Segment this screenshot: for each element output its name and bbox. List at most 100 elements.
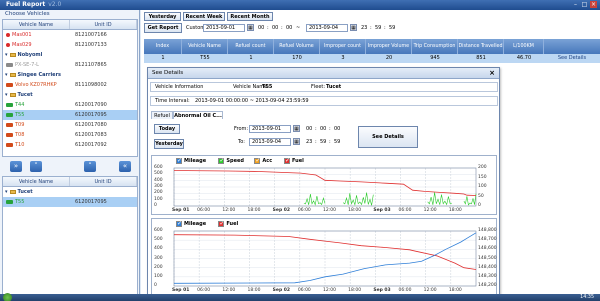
window-titlebar: Fuel Report v2.0 – □ × xyxy=(0,0,600,10)
vehicle-name: T10 xyxy=(15,142,25,148)
move-up-all-button[interactable]: « xyxy=(119,161,131,172)
col-improper-volume[interactable]: Improper Volume xyxy=(366,39,412,54)
column-vehicle-name-2[interactable]: Vehicle Name xyxy=(3,177,70,186)
to-hour[interactable]: 23 xyxy=(361,24,367,32)
col-refuel-volume[interactable]: Refuel Volume xyxy=(274,39,320,54)
x-tick-label: Sep 02 xyxy=(272,208,290,213)
list-item[interactable]: PX-SE-7-L 8121107865 xyxy=(3,60,137,70)
series-speed xyxy=(342,192,374,206)
tree-group[interactable]: ▾ Nobyoml xyxy=(3,50,137,60)
time-interval-row: Time Interval: 2013-09-01 00:00:00 ~ 201… xyxy=(150,96,498,106)
vehicle-name: Mas001 xyxy=(12,32,32,38)
col-vehicle-name[interactable]: Vehicle Name xyxy=(182,39,228,54)
calendar-icon[interactable]: ▦ xyxy=(293,138,300,145)
vehicle-info-row: Vehicle Information Vehicle Name: T55 Fl… xyxy=(150,82,498,92)
move-down-button[interactable]: ˅ xyxy=(30,161,42,172)
location-pin-icon xyxy=(6,43,10,47)
list-item[interactable]: T10 6120017092 xyxy=(3,140,137,150)
start-button[interactable] xyxy=(3,293,12,301)
window-title: Fuel Report v2.0 xyxy=(6,1,62,8)
yesterday-button[interactable]: Yesterday xyxy=(144,12,181,21)
fuel-mileage-chart[interactable]: MileageFuel6005004003002001000148,800148… xyxy=(151,218,497,295)
vehicle-name: Mas029 xyxy=(12,42,32,48)
move-down-all-button[interactable]: » xyxy=(10,161,22,172)
list-item[interactable]: T09 6120017080 xyxy=(3,120,137,130)
y2-tick-label: 50 xyxy=(478,193,484,199)
column-unit-id[interactable]: Unit ID xyxy=(70,20,137,29)
tree-group[interactable]: ▾ Tucet xyxy=(3,90,137,100)
popup-from-date[interactable]: 2013-09-01 xyxy=(249,125,291,133)
to-second[interactable]: 59 xyxy=(389,24,395,32)
y-tick-label: 300 xyxy=(154,255,163,261)
tab-refuel[interactable]: Refuel xyxy=(151,111,173,119)
see-details-link[interactable]: See Details xyxy=(544,54,600,63)
list-item[interactable]: Mas001 8121007166 xyxy=(3,30,137,40)
from-hour[interactable]: 00 xyxy=(258,24,264,32)
to-label: To: xyxy=(238,139,245,145)
col-index[interactable]: Index xyxy=(144,39,182,54)
recent-week-button[interactable]: Recent Week xyxy=(183,12,225,21)
x-tick-label: 18:00 xyxy=(448,288,462,293)
expand-icon[interactable]: ▾ xyxy=(5,50,8,60)
truck-icon xyxy=(6,103,13,107)
list-item[interactable]: T55 6120017095 xyxy=(3,110,137,120)
tree-group[interactable]: ▾ Singee Carriers xyxy=(3,70,137,80)
list-item[interactable]: Volvo KZ07RHKP 8111098002 xyxy=(3,80,137,90)
move-up-button[interactable]: ˄ xyxy=(84,161,96,172)
fuel-speed-chart[interactable]: MileageSpeedAccFuel600500400300200100020… xyxy=(151,155,497,215)
column-unit-id-2[interactable]: Unit ID xyxy=(70,177,137,186)
col-refuel-count[interactable]: Refuel count xyxy=(228,39,274,54)
col-improper-count[interactable]: Improper count xyxy=(320,39,366,54)
close-button[interactable]: × xyxy=(590,1,597,8)
unit-id: 6120017095 xyxy=(75,199,107,205)
recent-month-button[interactable]: Recent Month xyxy=(227,12,273,21)
tree-group[interactable]: ▾ Tucet xyxy=(3,187,137,197)
fleet-value: Tucet xyxy=(326,84,342,90)
calendar-icon[interactable]: ▦ xyxy=(293,125,300,132)
selected-vehicles[interactable]: Vehicle Name Unit ID ▾ Tucet T55 6120017095 xyxy=(2,176,138,298)
folder-icon xyxy=(9,53,16,57)
col-distance-travelled[interactable]: Distance Travelled xyxy=(458,39,504,54)
popup-yesterday-button[interactable]: Yesterday xyxy=(154,139,184,149)
list-item[interactable]: T55 6120017095 xyxy=(3,197,137,207)
x-tick-label: 12:00 xyxy=(323,288,336,293)
popup-to-date[interactable]: 2013-09-04 xyxy=(249,138,291,146)
unit-id: 6120017083 xyxy=(75,132,107,138)
expand-icon[interactable]: ▾ xyxy=(5,90,8,100)
y2-tick-label: 200 xyxy=(478,165,487,170)
vehicle-tree[interactable]: Vehicle Name Unit ID Mas001 8121007166 Mas… xyxy=(2,19,138,157)
truck-icon xyxy=(6,83,13,87)
minimize-button[interactable]: – xyxy=(572,1,579,8)
today-button[interactable]: Today xyxy=(154,124,180,134)
get-report-button[interactable]: Get Report xyxy=(144,23,182,33)
y-tick-label: 0 xyxy=(154,203,157,208)
list-item[interactable]: T44 6120017090 xyxy=(3,100,137,110)
see-details-dialog: See Details × Vehicle Information Vehicl… xyxy=(147,67,500,297)
table-row[interactable]: 1 T55 1 170 3 20 945 851 46.70 See Detai… xyxy=(144,54,600,63)
list-item[interactable]: T08 6120017083 xyxy=(3,130,137,140)
column-vehicle-name[interactable]: Vehicle Name xyxy=(3,20,70,29)
to-minute[interactable]: 59 xyxy=(375,24,381,32)
x-tick-label: Sep 03 xyxy=(373,288,391,293)
from-second[interactable]: 00 xyxy=(286,24,292,32)
y-tick-label: 200 xyxy=(154,190,163,196)
expand-icon[interactable]: ▾ xyxy=(5,187,8,197)
x-tick-label: Sep 01 xyxy=(172,208,190,213)
calendar-icon[interactable]: ▦ xyxy=(350,24,357,31)
to-date-input[interactable]: 2013-09-04 xyxy=(306,24,348,32)
col-l-per-100km[interactable]: L/100KM xyxy=(504,39,544,54)
from-minute[interactable]: 00 xyxy=(272,24,278,32)
list-item[interactable]: Mas029 8121007133 xyxy=(3,40,137,50)
calendar-icon[interactable]: ▦ xyxy=(247,24,254,31)
x-tick-label: 18:00 xyxy=(247,288,261,293)
y2-tick-label: 148,700 xyxy=(478,237,497,243)
x-tick-label: 12:00 xyxy=(222,288,236,293)
from-date-input[interactable]: 2013-09-01 xyxy=(203,24,245,32)
folder-icon xyxy=(9,190,16,194)
popup-see-details-button[interactable]: See Details xyxy=(358,126,418,148)
expand-icon[interactable]: ▾ xyxy=(5,70,8,80)
col-trip-consumption[interactable]: Trip Consumption xyxy=(412,39,458,54)
tab-abnormal-oil[interactable]: Abnormal Oil C... xyxy=(173,111,223,119)
maximize-button[interactable]: □ xyxy=(581,1,588,8)
dialog-close-icon[interactable]: × xyxy=(489,69,495,78)
